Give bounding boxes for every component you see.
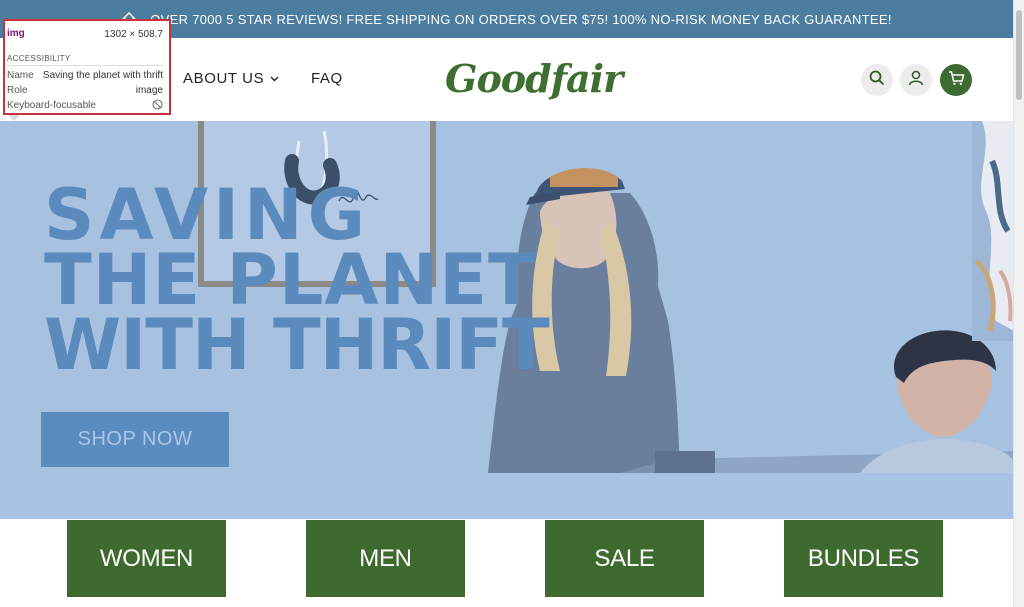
- chevron-down-icon: [270, 76, 279, 82]
- wall-painting-art: [972, 121, 1014, 341]
- hero-title: SAVING THE PLANET WITH THRIFT: [44, 180, 550, 387]
- shop-now-button[interactable]: SHOP NOW: [41, 412, 229, 467]
- nav-about-us-label: ABOUT US: [183, 70, 265, 87]
- search-icon: [869, 70, 885, 91]
- category-bundles-button[interactable]: BUNDLES: [784, 520, 943, 597]
- category-sale-button[interactable]: SALE: [545, 520, 704, 597]
- hero-title-line-3: WITH THRIFT: [44, 304, 550, 387]
- nav-faq[interactable]: FAQ: [311, 70, 343, 87]
- goodfair-logo[interactable]: Goodfair: [445, 56, 623, 101]
- tooltip-name-label: Name: [7, 70, 34, 81]
- tooltip-role-label: Role: [7, 85, 28, 96]
- tooltip-dimensions: 1302 × 508.7: [104, 29, 163, 40]
- tooltip-role-value: image: [135, 85, 163, 96]
- tooltip-section-title: ACCESSIBILITY: [7, 54, 71, 63]
- tooltip-name-value: Saving the planet with thrift: [42, 70, 163, 81]
- tooltip-tag-name: img: [7, 28, 25, 39]
- nav-about-us[interactable]: ABOUT US: [183, 70, 279, 87]
- not-allowed-icon: [152, 99, 163, 113]
- devtools-inspect-tooltip: img 1302 × 508.7 ACCESSIBILITY Name Savi…: [3, 19, 171, 115]
- cart-button[interactable]: [940, 64, 972, 96]
- tooltip-focus-label: Keyboard-focusable: [7, 100, 96, 111]
- account-icon: [908, 70, 924, 91]
- account-button[interactable]: [900, 64, 932, 96]
- announcement-text: OVER 7000 5 STAR REVIEWS! FREE SHIPPING …: [150, 11, 892, 27]
- hero-banner-image[interactable]: SAVING THE PLANET WITH THRIFT SHOP NOW: [0, 121, 1014, 519]
- category-women-button[interactable]: WOMEN: [67, 520, 226, 597]
- tooltip-arrow: [8, 115, 20, 121]
- cart-icon: [948, 70, 965, 91]
- category-men-button[interactable]: MEN: [306, 520, 465, 597]
- search-button[interactable]: [861, 64, 893, 96]
- page-scrollbar[interactable]: [1013, 0, 1024, 607]
- scrollbar-thumb[interactable]: [1016, 10, 1022, 100]
- tooltip-divider: [7, 65, 163, 66]
